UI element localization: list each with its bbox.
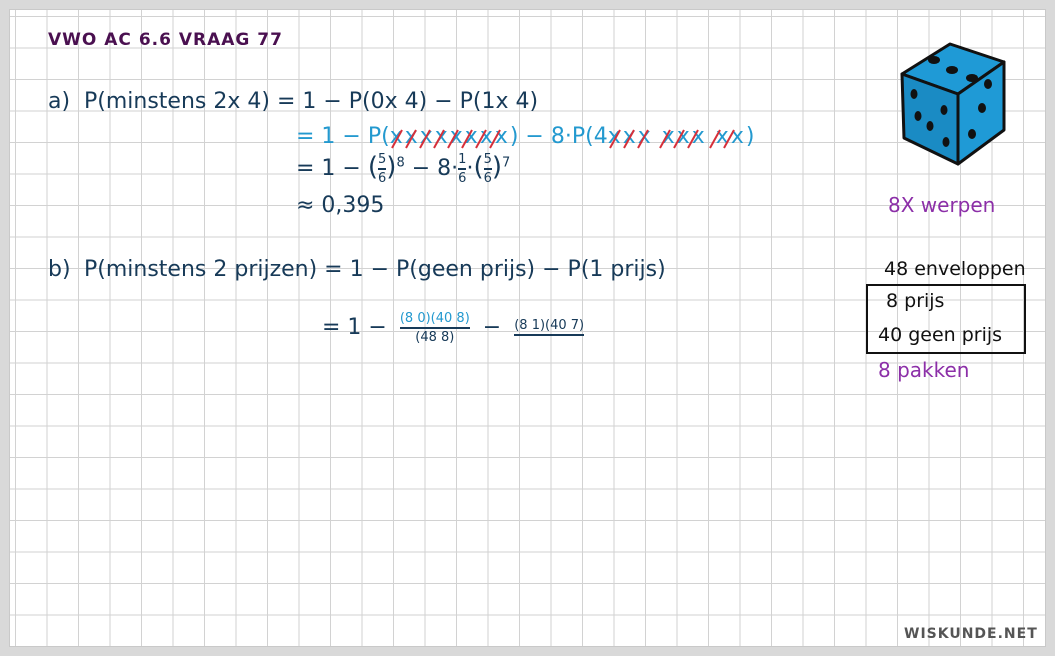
minus-sign: − <box>482 315 502 340</box>
exponent-7: 7 <box>502 155 511 171</box>
part-a-line3-mid: − 8· <box>411 156 459 181</box>
die-icon <box>900 42 1006 166</box>
red-cross-marks-1 <box>390 129 501 149</box>
red-cross-marks-2 <box>608 129 735 149</box>
binomial-numerator-2: (8 1)(40 7) <box>514 317 585 333</box>
part-a-line3-prefix: = 1 − <box>296 156 361 181</box>
crossed-outcomes-1: xxxxxxxx <box>390 124 510 149</box>
page-title: VWO AC 6.6 VRAAG 77 <box>48 30 283 50</box>
packs-label: 8 pakken <box>878 358 970 382</box>
binomial-fraction-2: (8 1)(40 7) <box>514 317 585 338</box>
binomial-numerator-1: (8 0)(40 8) <box>399 311 470 326</box>
envelopes-label: 48 enveloppen <box>884 258 1026 280</box>
part-b-line1: P(minstens 2 prijzen) = 1 − P(geen prijs… <box>84 257 666 282</box>
part-a-line2-prefix: = 1 − P( <box>296 124 390 149</box>
part-a-result: ≈ 0,395 <box>296 193 385 218</box>
watermark-logo: WISKUNDE.NET <box>904 626 1038 642</box>
part-b-line2: = 1 − (8 0)(40 8) (48 8) − (8 1)(40 7) <box>322 311 585 345</box>
prizes-label: 8 prijs <box>886 290 945 312</box>
part-a-label: a) <box>48 89 71 114</box>
part-a-line2: = 1 − P(xxxxxxxx) − 8·P(4xxx xxx xx) <box>296 124 754 149</box>
crossed-outcomes-2: xxx xxx xx <box>608 124 746 149</box>
fraction-five-sixths-2: 56 <box>483 152 492 186</box>
part-a-line2-middle: ) − 8·P(4 <box>509 124 608 149</box>
part-a-line3: = 1 − (5 6)8 − 8· 1 6 ·(5 6)7 <box>296 152 511 186</box>
throws-label: 8X werpen <box>888 193 996 217</box>
part-b-line2-prefix: = 1 − <box>322 315 387 340</box>
binomial-denominator-1: (48 8) <box>415 330 455 345</box>
part-a-line1: P(minstens 2x 4) = 1 − P(0x 4) − P(1x 4) <box>84 89 539 114</box>
part-b-label: b) <box>48 257 71 282</box>
binomial-fraction-1: (8 0)(40 8) (48 8) <box>399 311 470 345</box>
no-prizes-label: 40 geen prijs <box>878 324 1003 346</box>
exponent-8: 8 <box>396 155 405 171</box>
